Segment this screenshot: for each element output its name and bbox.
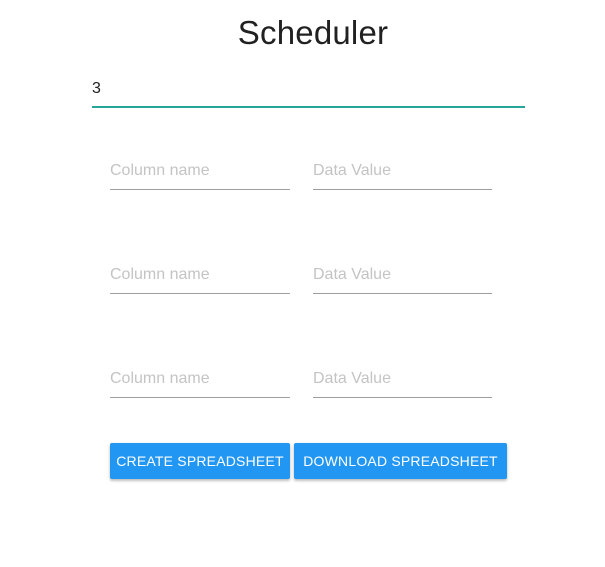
column-name-field [110,254,290,294]
data-row-1 [110,150,492,190]
column-name-input[interactable] [110,254,290,294]
data-value-input[interactable] [313,254,492,294]
column-name-field [110,358,290,398]
column-name-input[interactable] [110,150,290,190]
data-value-field [313,358,492,398]
row-count-input[interactable] [92,70,525,108]
page-title: Scheduler [237,14,389,51]
data-value-input[interactable] [313,150,492,190]
row-count-field [92,70,525,110]
data-row-3 [110,358,492,398]
data-value-field [313,254,492,294]
create-spreadsheet-button[interactable]: CREATE SPREADSHEET [110,443,290,479]
column-name-field [110,150,290,190]
data-row-2 [110,254,492,294]
data-value-field [313,150,492,190]
download-spreadsheet-button[interactable]: DOWNLOAD SPREADSHEET [294,443,507,479]
scheduler-page: Scheduler CREATE SPREADSHEET DOWNLOAD SP… [0,0,605,567]
column-name-input[interactable] [110,358,290,398]
data-value-input[interactable] [313,358,492,398]
